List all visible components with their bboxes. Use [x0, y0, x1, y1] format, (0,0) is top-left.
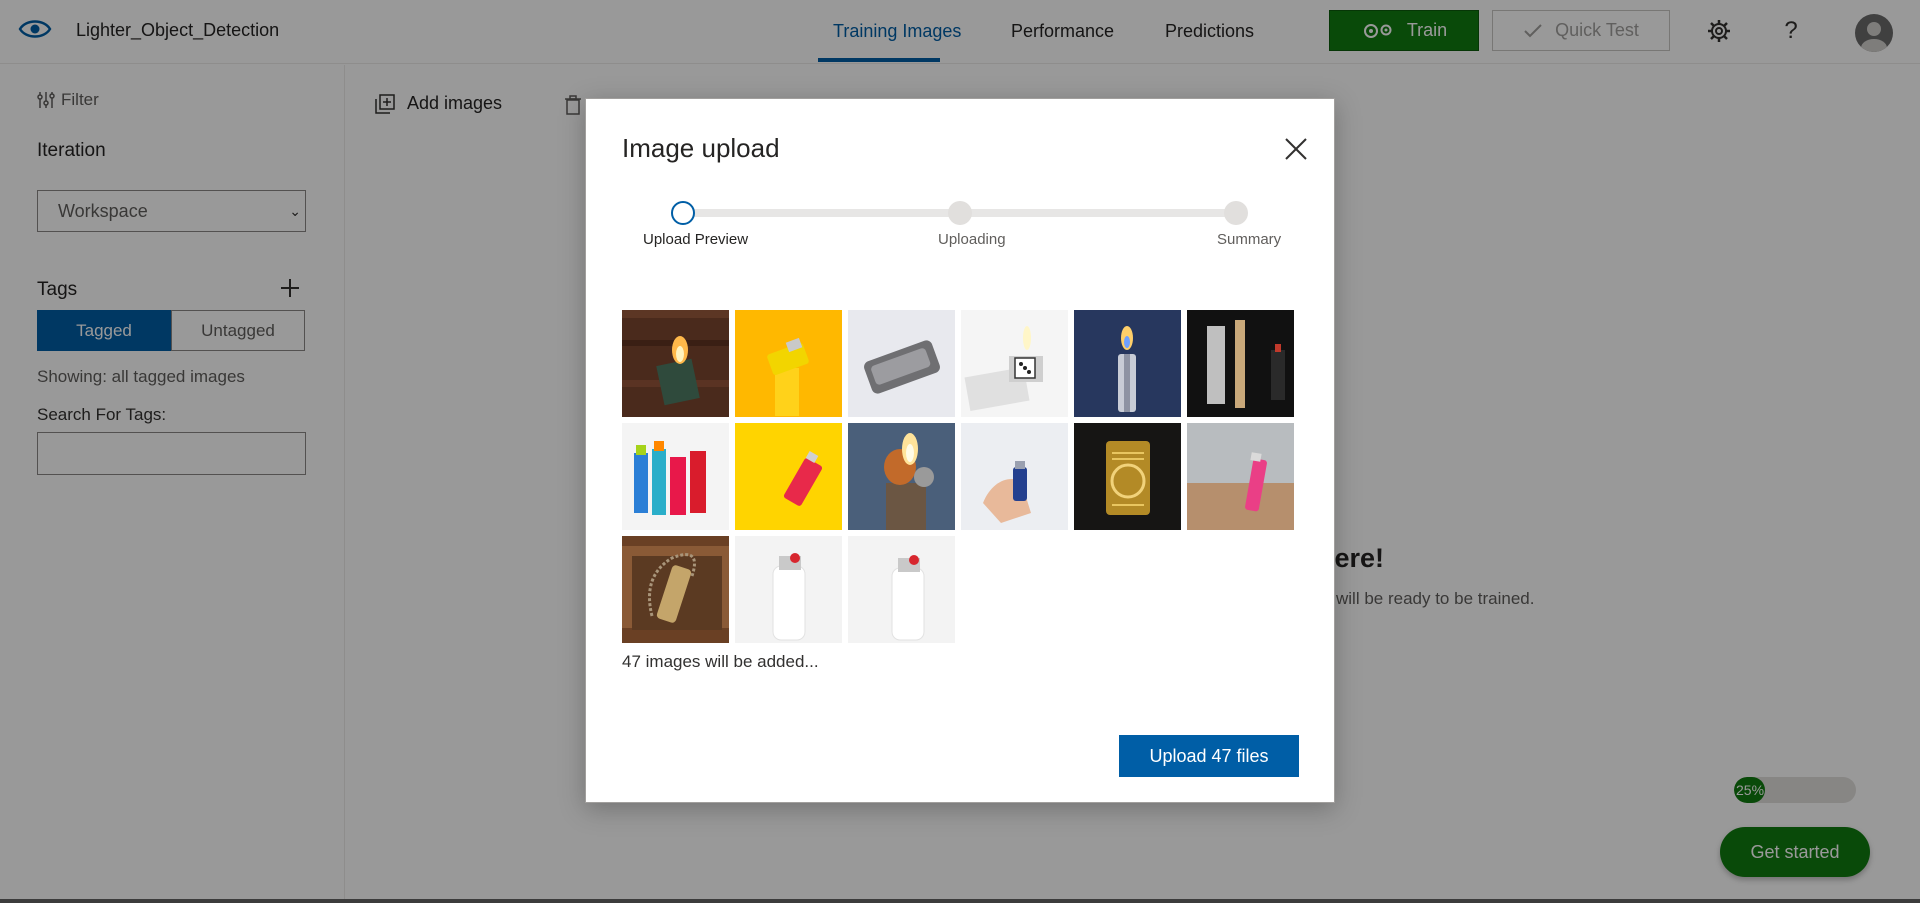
step-dot-upload-preview — [671, 201, 695, 225]
step-label-upload-preview: Upload Preview — [643, 231, 749, 248]
thumbnail-gold-ornate-lighter[interactable] — [1074, 423, 1181, 530]
upload-files-button[interactable]: Upload 47 files — [1119, 735, 1299, 777]
close-icon[interactable] — [1283, 136, 1309, 162]
images-count-text: 47 images will be added... — [622, 652, 819, 671]
thumbnail-white-bic-lighter[interactable] — [735, 536, 842, 643]
thumbnail-yellow-lighter-orange-bg[interactable] — [735, 310, 842, 417]
thumbnail-silver-zippo-lighter[interactable] — [848, 310, 955, 417]
thumbnail-white-bic-lighter-2[interactable] — [848, 536, 955, 643]
step-label-summary: Summary — [1217, 231, 1282, 248]
step-dot-summary — [1224, 201, 1248, 225]
thumbnail-lighter-flame-dark-wood[interactable] — [622, 310, 729, 417]
thumbnail-open-zippo-dice-lighter[interactable] — [961, 310, 1068, 417]
step-label-uploading: Uploading — [938, 231, 1006, 248]
step-dot-uploading — [948, 201, 972, 225]
thumbnail-brass-lighter-chain[interactable] — [622, 536, 729, 643]
thumbnail-metal-lighters-black-bg[interactable] — [1187, 310, 1294, 417]
thumbnail-lit-antique-lighter[interactable] — [848, 423, 955, 530]
thumbnail-lit-lighter-blue-bg[interactable] — [1074, 310, 1181, 417]
thumbnail-colorful-disposable-lighters[interactable] — [622, 423, 729, 530]
dialog-title: Image upload — [622, 133, 780, 163]
image-upload-dialog: Image upload Upload Preview Uploading Su… — [585, 98, 1335, 803]
bottom-edge — [0, 899, 1920, 903]
thumbnail-pink-lighter-yellow-bg[interactable] — [735, 423, 842, 530]
thumbnail-pink-lighter-sand[interactable] — [1187, 423, 1294, 530]
thumbnail-hand-holding-lighter[interactable] — [961, 423, 1068, 530]
thumbnail-grid — [622, 310, 1302, 643]
